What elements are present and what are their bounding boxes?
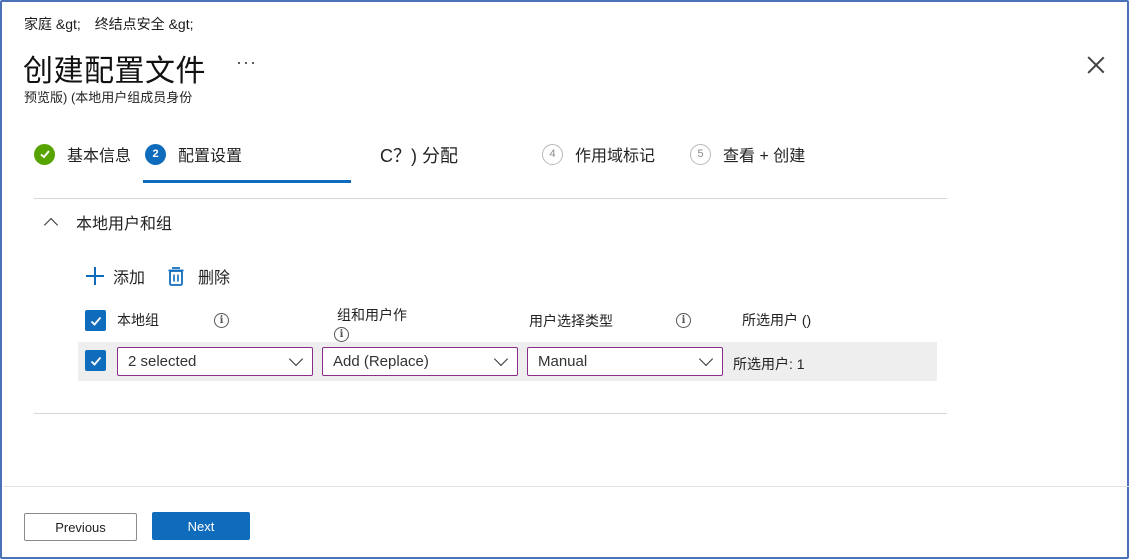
footer-divider: [4, 486, 1129, 487]
section-header-local-users-groups[interactable]: 本地用户和组: [43, 210, 173, 234]
group-action-value: Add (Replace): [333, 353, 429, 370]
column-header-local-group: 本地组: [117, 312, 159, 328]
step-scope-tags[interactable]: 4 作用域标记: [542, 142, 655, 166]
local-group-value: 2 selected: [128, 353, 197, 370]
chevron-down-icon: [493, 351, 509, 367]
chevron-up-icon: [43, 217, 59, 233]
more-options-icon[interactable]: ···: [236, 52, 257, 73]
delete-button[interactable]: 删除: [165, 264, 230, 288]
step-basics[interactable]: 基本信息: [34, 142, 131, 166]
step-number-badge: 5: [690, 143, 711, 165]
user-selection-type-value: Manual: [538, 353, 588, 370]
column-header-user-selection-type: 用户选择类型: [529, 313, 613, 329]
info-icon[interactable]: i: [676, 313, 691, 328]
add-button[interactable]: 添加: [86, 264, 145, 288]
step-number-badge: 4: [542, 143, 563, 165]
step-label: 作用域标记: [575, 148, 656, 165]
local-group-dropdown[interactable]: 2 selected: [117, 347, 313, 376]
chevron-down-icon: [698, 351, 714, 367]
group-action-dropdown[interactable]: Add (Replace): [322, 347, 518, 376]
dialog-frame: 家庭 &gt; 终结点安全 &gt; 创建配置文件 ··· 预览版) (本地用户…: [0, 0, 1129, 559]
section-divider-bottom: [34, 413, 947, 414]
breadcrumb: 家庭 &gt; 终结点安全 &gt;: [24, 14, 203, 34]
user-selection-type-dropdown[interactable]: Manual: [527, 347, 723, 376]
page-title: 创建配置文件: [23, 55, 206, 88]
selected-users-link[interactable]: 所选用户: 1: [733, 354, 805, 374]
step-label: 查看 + 创建: [723, 148, 806, 165]
chevron-down-icon: [288, 351, 304, 367]
delete-label: 删除: [198, 270, 231, 287]
breadcrumb-endpoint-security[interactable]: 终结点安全 &gt;: [95, 16, 194, 32]
column-header-group-user-action: 组和用户作: [337, 307, 407, 323]
checkmark-icon: [90, 316, 101, 326]
step-label: 配置设置: [178, 148, 243, 165]
row-checkbox[interactable]: [85, 350, 106, 371]
page-subtitle: 预览版) (本地用户组成员身份: [24, 90, 193, 105]
wizard-steps: 基本信息 2 配置设置 C？) 分配 4 作用域标记 5 查看 + 创建: [2, 142, 962, 186]
info-icon[interactable]: i: [214, 313, 229, 328]
step-assignments[interactable]: C？) 分配: [380, 142, 458, 168]
checkmark-icon: [34, 143, 55, 165]
checkmark-icon: [90, 356, 101, 366]
section-divider-top: [34, 198, 947, 199]
step-label: 基本信息: [67, 148, 132, 165]
step-configuration-settings[interactable]: 2 配置设置: [145, 142, 242, 166]
previous-button[interactable]: Previous: [24, 513, 137, 541]
add-label: 添加: [113, 270, 146, 287]
step-review-create[interactable]: 5 查看 + 创建: [690, 142, 805, 166]
plus-icon: [86, 267, 104, 285]
select-all-checkbox[interactable]: [85, 310, 106, 331]
close-icon[interactable]: [1085, 54, 1107, 76]
toolbar: 添加 删除: [86, 264, 250, 288]
next-button[interactable]: Next: [152, 512, 250, 540]
trash-icon: [168, 267, 184, 286]
step-number-badge: 2: [145, 143, 166, 165]
info-icon[interactable]: i: [334, 327, 349, 342]
column-header-selected-users: 所选用户 (): [742, 312, 812, 328]
active-step-indicator: [143, 180, 351, 183]
breadcrumb-home[interactable]: 家庭 &gt;: [24, 16, 81, 32]
step-label: C？) 分配: [380, 146, 458, 166]
section-title: 本地用户和组: [76, 216, 173, 233]
